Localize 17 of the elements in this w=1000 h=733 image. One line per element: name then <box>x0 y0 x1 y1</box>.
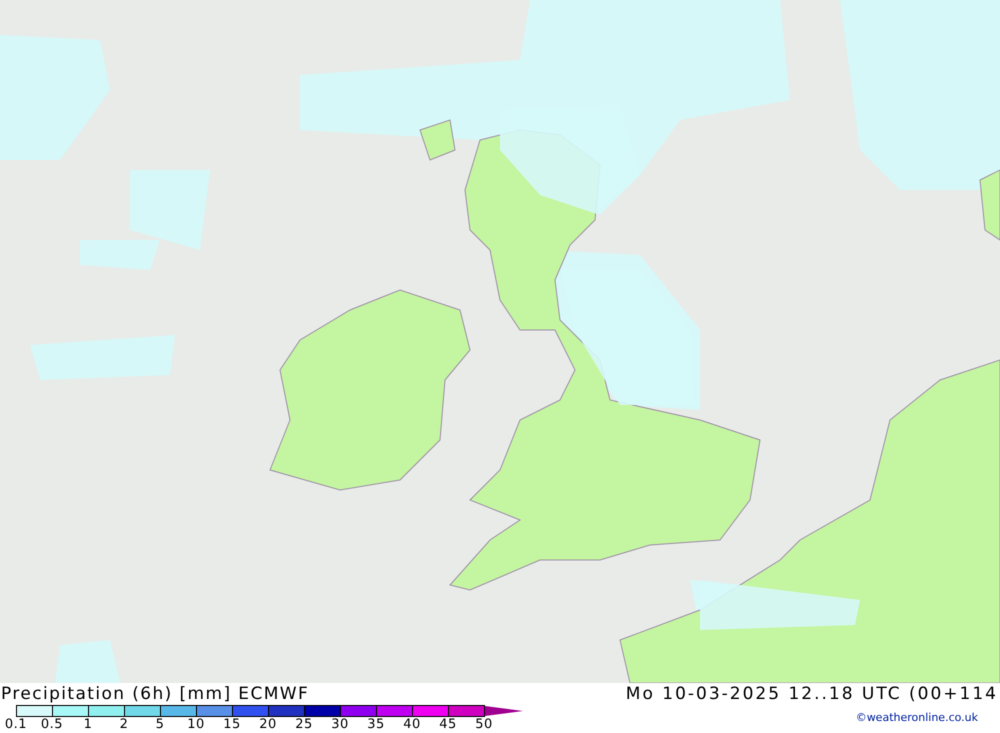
valid-time: Mo 10-03-2025 12..18 UTC (00+114 <box>626 684 999 704</box>
legend-label: 40 <box>402 717 422 732</box>
legend-label: 30 <box>330 717 350 732</box>
legend-label: 2 <box>118 717 130 732</box>
map-title: Precipitation (6h) [mm] ECMWF <box>0 684 310 704</box>
legend-label: 35 <box>366 717 386 732</box>
legend-label: 45 <box>438 717 458 732</box>
credit-link[interactable]: ©weatheronline.co.uk <box>856 705 1000 732</box>
legend-label: 15 <box>222 717 242 732</box>
legend-label: 25 <box>294 717 314 732</box>
legend-label: 0.1 <box>4 717 28 732</box>
legend-label: 10 <box>186 717 206 732</box>
legend-label: 1 <box>82 717 94 732</box>
legend-label: 50 <box>474 717 494 732</box>
legend-label: 0.5 <box>40 717 64 732</box>
legend-label: 20 <box>258 717 278 732</box>
legend-label: 5 <box>154 717 166 732</box>
